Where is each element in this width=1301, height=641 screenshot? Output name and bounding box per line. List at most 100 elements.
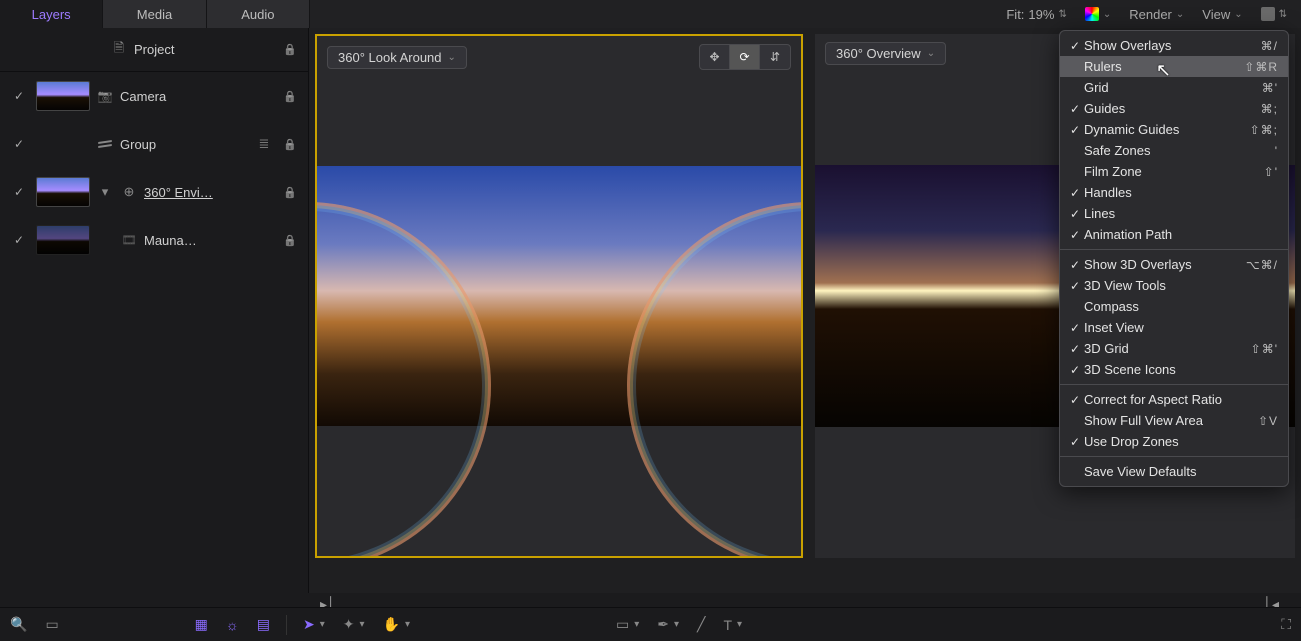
- stepper-icon: ⇅: [1058, 9, 1066, 20]
- pen-tool[interactable]: ✒: [657, 616, 679, 633]
- line-tool[interactable]: ╱: [697, 616, 705, 633]
- menu-item-shortcut: ⌘': [1262, 81, 1278, 95]
- check-icon: ✓: [1066, 258, 1084, 272]
- menu-item-3d-view-tools[interactable]: ✓3D View Tools: [1060, 275, 1288, 296]
- menu-item-show-3d-overlays[interactable]: ✓Show 3D Overlays⌥⌘/: [1060, 254, 1288, 275]
- menu-item-label: Grid: [1084, 80, 1262, 95]
- color-channel-menu[interactable]: ⌄: [1081, 5, 1115, 23]
- menu-item-compass[interactable]: Compass: [1060, 296, 1288, 317]
- menu-item-dynamic-guides[interactable]: ✓Dynamic Guides⇧⌘;: [1060, 119, 1288, 140]
- shape-tool[interactable]: ▭: [616, 616, 639, 633]
- menu-item-3d-grid[interactable]: ✓3D Grid⇧⌘': [1060, 338, 1288, 359]
- menu-item-shortcut: ⌘;: [1261, 102, 1278, 116]
- text-tool[interactable]: T: [723, 617, 742, 633]
- layer-group[interactable]: Group: [120, 137, 248, 152]
- disclosure-triangle-icon[interactable]: ▾: [96, 184, 114, 200]
- layer-thumbnail[interactable]: [36, 225, 90, 255]
- menu-item-label: Animation Path: [1084, 227, 1278, 242]
- menu-item-label: Show Overlays: [1084, 38, 1261, 53]
- stepper-icon: ⇅: [1279, 9, 1287, 20]
- lock-icon[interactable]: [280, 43, 300, 56]
- menu-item-film-zone[interactable]: Film Zone⇧': [1060, 161, 1288, 182]
- viewport-mode-dropdown[interactable]: 360° Look Around ⌄: [327, 46, 467, 69]
- visibility-checkbox[interactable]: ✓: [8, 233, 30, 247]
- layout-menu[interactable]: ⇅: [1257, 5, 1291, 23]
- hand-tool[interactable]: ✋: [383, 616, 410, 633]
- menu-item-guides[interactable]: ✓Guides⌘;: [1060, 98, 1288, 119]
- menu-item-show-full-view-area[interactable]: Show Full View Area⇧V: [1060, 410, 1288, 431]
- menu-item-label: Show 3D Overlays: [1084, 257, 1246, 272]
- tab-media[interactable]: Media: [103, 0, 206, 28]
- menu-item-label: 3D View Tools: [1084, 278, 1278, 293]
- menu-item-inset-view[interactable]: ✓Inset View: [1060, 317, 1288, 338]
- layer-360-environment[interactable]: 360° Envi…: [144, 185, 274, 200]
- layer-clip[interactable]: Mauna…: [144, 233, 274, 248]
- panel-toggle-icon[interactable]: ▭: [45, 616, 58, 633]
- menu-item-use-drop-zones[interactable]: ✓Use Drop Zones: [1060, 431, 1288, 452]
- menu-item-animation-path[interactable]: ✓Animation Path: [1060, 224, 1288, 245]
- visibility-checkbox[interactable]: ✓: [8, 137, 30, 151]
- menu-item-label: 3D Grid: [1084, 341, 1251, 356]
- fullscreen-icon[interactable]: ⛶: [1281, 616, 1291, 633]
- lock-icon[interactable]: [280, 186, 300, 199]
- orbit-tool[interactable]: ⟳: [730, 45, 760, 69]
- checker-icon[interactable]: ▦: [195, 616, 208, 633]
- menu-item-grid[interactable]: Grid⌘': [1060, 77, 1288, 98]
- viewport-mode-label: 360° Look Around: [338, 50, 442, 65]
- layer-camera[interactable]: Camera: [120, 89, 274, 104]
- color-wheel-icon: [1085, 7, 1099, 21]
- menu-item-label: Show Full View Area: [1084, 413, 1258, 428]
- viewport-primary[interactable]: 360° Look Around ⌄ ✥ ⟳ ⇵: [315, 34, 803, 558]
- stack-icon[interactable]: [254, 136, 274, 152]
- viewport-mode-dropdown[interactable]: 360° Overview ⌄: [825, 42, 946, 65]
- search-icon[interactable]: 🔍: [10, 616, 27, 633]
- menu-item-lines[interactable]: ✓Lines: [1060, 203, 1288, 224]
- camera-icon: [96, 89, 114, 103]
- layer-thumbnail[interactable]: [36, 81, 90, 111]
- check-icon: ✓: [1066, 279, 1084, 293]
- viewport-nav-tools: ✥ ⟳ ⇵: [699, 44, 791, 70]
- menu-item-label: Safe Zones: [1084, 143, 1275, 158]
- menu-item-shortcut: ⇧⌘;: [1250, 123, 1278, 137]
- menu-item-label: Inset View: [1084, 320, 1278, 335]
- visibility-checkbox[interactable]: ✓: [8, 89, 30, 103]
- menu-item-shortcut: ⌘/: [1261, 39, 1278, 53]
- chevron-down-icon: ⌄: [448, 52, 456, 63]
- tab-audio[interactable]: Audio: [207, 0, 310, 28]
- pan-tool[interactable]: ✥: [700, 45, 730, 69]
- menu-item-label: Film Zone: [1084, 164, 1264, 179]
- lock-icon[interactable]: [280, 90, 300, 103]
- menu-item-label: Correct for Aspect Ratio: [1084, 392, 1278, 407]
- tab-layers[interactable]: Layers: [0, 0, 103, 28]
- chevron-down-icon: ⌄: [1234, 9, 1242, 20]
- menu-item-handles[interactable]: ✓Handles: [1060, 182, 1288, 203]
- 3d-transform-tool[interactable]: ✦: [343, 616, 365, 633]
- lock-icon[interactable]: [280, 234, 300, 247]
- fit-control[interactable]: Fit: 19% ⇅: [1002, 5, 1070, 24]
- menu-item-shortcut: ⇧V: [1258, 414, 1278, 428]
- select-tool[interactable]: ➤: [303, 616, 325, 633]
- menu-item-3d-scene-icons[interactable]: ✓3D Scene Icons: [1060, 359, 1288, 380]
- menu-separator: [1060, 456, 1288, 457]
- menu-item-safe-zones[interactable]: Safe Zones': [1060, 140, 1288, 161]
- menu-item-correct-for-aspect-ratio[interactable]: ✓Correct for Aspect Ratio: [1060, 389, 1288, 410]
- gear-icon[interactable]: ☼: [226, 617, 239, 633]
- view-menu[interactable]: View ⌄: [1198, 5, 1246, 24]
- lock-icon[interactable]: [280, 138, 300, 151]
- render-menu[interactable]: Render ⌄: [1125, 5, 1188, 24]
- layer-thumbnail[interactable]: [36, 177, 90, 207]
- stack-panels-icon[interactable]: ▤: [257, 616, 270, 633]
- menu-item-show-overlays[interactable]: ✓Show Overlays⌘/: [1060, 35, 1288, 56]
- menu-item-label: Rulers: [1084, 59, 1244, 74]
- menu-separator: [1060, 384, 1288, 385]
- menu-item-shortcut: ⇧': [1264, 165, 1278, 179]
- dolly-tool[interactable]: ⇵: [760, 45, 790, 69]
- menu-item-label: Use Drop Zones: [1084, 434, 1278, 449]
- check-icon: ✓: [1066, 393, 1084, 407]
- menu-item-shortcut: ⌥⌘/: [1246, 258, 1278, 272]
- menu-item-save-view-defaults[interactable]: Save View Defaults: [1060, 461, 1288, 482]
- check-icon: ✓: [1066, 39, 1084, 53]
- project-row[interactable]: Project: [134, 42, 274, 57]
- visibility-checkbox[interactable]: ✓: [8, 185, 30, 199]
- menu-item-rulers[interactable]: Rulers⇧⌘R: [1060, 56, 1288, 77]
